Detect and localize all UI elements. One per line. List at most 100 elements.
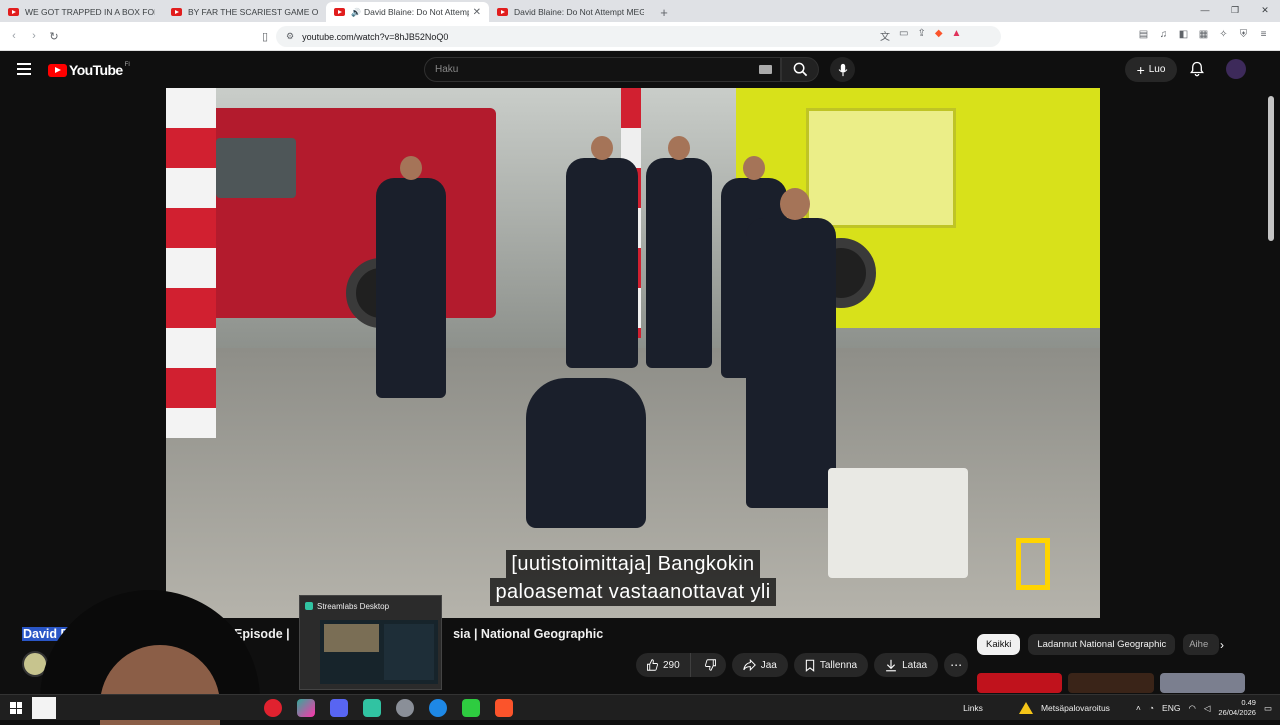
menu-icon[interactable] [17,63,31,75]
links-toolbar[interactable]: Links [963,703,983,713]
back-icon[interactable]: ‹ [4,30,24,42]
firefighter-figure [566,136,638,368]
search-icon [793,62,807,77]
brave-rewards-icon[interactable]: ▲ [952,28,962,43]
warning-icon[interactable] [1018,702,1033,714]
clock-date: 26/04/2026 [1218,708,1256,717]
app-icon[interactable] [297,699,315,717]
sidebar-icon[interactable]: ◧ [1177,28,1190,41]
taskbar-search-icon[interactable] [32,697,56,719]
brave-icon[interactable] [495,699,513,717]
related-thumbnail[interactable] [1068,673,1154,693]
discord-icon[interactable] [330,699,348,717]
notifications-icon[interactable]: ▭ [1264,703,1272,714]
close-window-icon[interactable]: ✕ [1250,0,1280,20]
browser-tab-3[interactable]: 🔊 David Blaine: Do Not Attempt ✕ [326,2,489,22]
like-button[interactable]: 290 [636,653,691,677]
create-button[interactable]: + Luo [1125,57,1177,82]
related-thumbnails [977,673,1245,693]
share-icon[interactable]: ⇪ [917,28,925,43]
save-button[interactable]: Tallenna [793,653,869,677]
opera-icon[interactable] [264,699,282,717]
leo-icon[interactable]: ✧ [1217,28,1230,41]
search-button[interactable] [781,57,819,82]
chip-topic[interactable]: Aihe [1183,634,1220,655]
share-button[interactable]: Jaa [731,653,788,677]
translate-icon[interactable]: 文 [880,28,890,43]
clock[interactable]: 0.49 26/04/2026 [1218,698,1256,718]
system-tray: Links Metsäpalovaroitus ˄ ◔ ENG ◠ ◁ 0.49… [963,695,1272,721]
speaker-icon[interactable]: 🔊 [351,8,361,17]
app-icon[interactable] [396,699,414,717]
taskbar-preview-popup[interactable]: Streamlabs Desktop [299,595,442,690]
windows-taskbar: Links Metsäpalovaroitus ˄ ◔ ENG ◠ ◁ 0.49… [0,694,1280,720]
youtube-masthead: YouTube FI Haku + Luo [0,51,1280,88]
search-input[interactable]: Haku [424,57,781,82]
subtitle-line-2: paloasemat vastaanottavat yli [490,578,776,606]
keyboard-icon[interactable] [759,65,772,74]
logo-text: YouTube [69,62,123,78]
forward-icon[interactable]: › [24,30,44,42]
youtube-logo[interactable]: YouTube FI [48,62,130,78]
related-thumbnail[interactable] [1159,673,1245,693]
plus-icon: + [1136,61,1145,78]
close-tab-icon[interactable]: ✕ [473,7,481,18]
wifi-icon[interactable]: ◠ [1188,703,1195,714]
clock-time: 0.49 [1241,698,1256,707]
thumbs-down-icon [704,659,716,671]
voice-search-button[interactable] [830,57,855,82]
download-button[interactable]: Lataa [874,653,939,677]
related-chips: Kaikki Ladannut National Geographic Aihe [977,634,1220,655]
more-actions-button[interactable]: ⋯ [944,653,969,677]
vpn-icon[interactable]: ⛨ [1237,28,1250,41]
toolbar-extensions: ▤ ♫ ◧ ▦ ✧ ⛨ ≡ [1137,28,1270,41]
chip-all[interactable]: Kaikki [977,634,1021,655]
thumbs-up-icon [647,659,658,671]
streamlabs-icon[interactable] [363,699,381,717]
edge-icon[interactable] [429,699,447,717]
windows-start-icon[interactable] [10,702,22,714]
chevron-up-icon[interactable]: ˄ [1136,703,1141,713]
weather-alert[interactable]: Metsäpalovaroitus [1041,703,1110,713]
country-code: FI [124,62,130,68]
notifications-bell-icon[interactable] [1189,61,1205,77]
maximize-icon[interactable]: ❐ [1220,0,1250,20]
site-info-icon[interactable]: ⚙ [286,31,294,42]
language-indicator[interactable]: ENG [1162,703,1180,713]
kneeling-firefighter [526,378,646,528]
chip-uploaded-by[interactable]: Ladannut National Geographic [1028,634,1176,655]
app-icon[interactable] [462,699,480,717]
account-avatar[interactable] [1226,59,1246,79]
subtitle-line-1: [uutistoimittaja] Bangkokin [506,550,760,578]
tab-title: BY FAR THE SCARIEST GAME OF THE [188,7,318,17]
video-player[interactable]: [uutistoimittaja] Bangkokin paloasemat v… [166,88,1100,618]
tab-title: David Blaine: Do Not Attempt [363,7,469,17]
page-scrollbar[interactable] [1268,96,1274,241]
streamlabs-icon [305,602,313,610]
share-label: Jaa [760,659,777,671]
new-tab-button[interactable]: + [652,2,676,22]
cast-icon[interactable]: ▭ [899,28,908,43]
media-icon[interactable]: ♫ [1157,28,1170,41]
window-thumbnail[interactable] [320,620,438,684]
browser-tab-4[interactable]: David Blaine: Do Not Attempt MEGA [489,2,652,22]
tabs-icon[interactable]: ▦ [1197,28,1210,41]
reload-icon[interactable]: ↻ [44,30,64,43]
menu-icon[interactable]: ≡ [1257,28,1270,41]
browser-tab-2[interactable]: BY FAR THE SCARIEST GAME OF THE [163,2,326,22]
address-bar-row: ‹ › ↻ ▯ ⚙ youtube.com/watch?v=8hJB52NoQ0… [0,22,1280,51]
bookmark-icon[interactable]: ▯ [255,30,275,43]
reader-icon[interactable]: ▤ [1137,28,1150,41]
firefighter-figure [376,156,446,398]
dislike-button[interactable] [696,653,726,677]
related-thumbnail[interactable] [977,673,1063,693]
network-icon[interactable]: ◔ [1149,703,1154,713]
firefighter-figure [746,188,836,508]
volume-icon[interactable]: ◁ [1204,703,1211,714]
minimize-icon[interactable]: — [1190,0,1220,20]
download-label: Lataa [902,659,928,671]
brave-shields-icon[interactable]: ◆ [935,28,943,43]
browser-tab-1[interactable]: WE GOT TRAPPED IN A BOX FOR 24 H [0,2,163,22]
search-placeholder: Haku [435,64,459,75]
chevron-right-icon[interactable]: › [1220,638,1224,652]
